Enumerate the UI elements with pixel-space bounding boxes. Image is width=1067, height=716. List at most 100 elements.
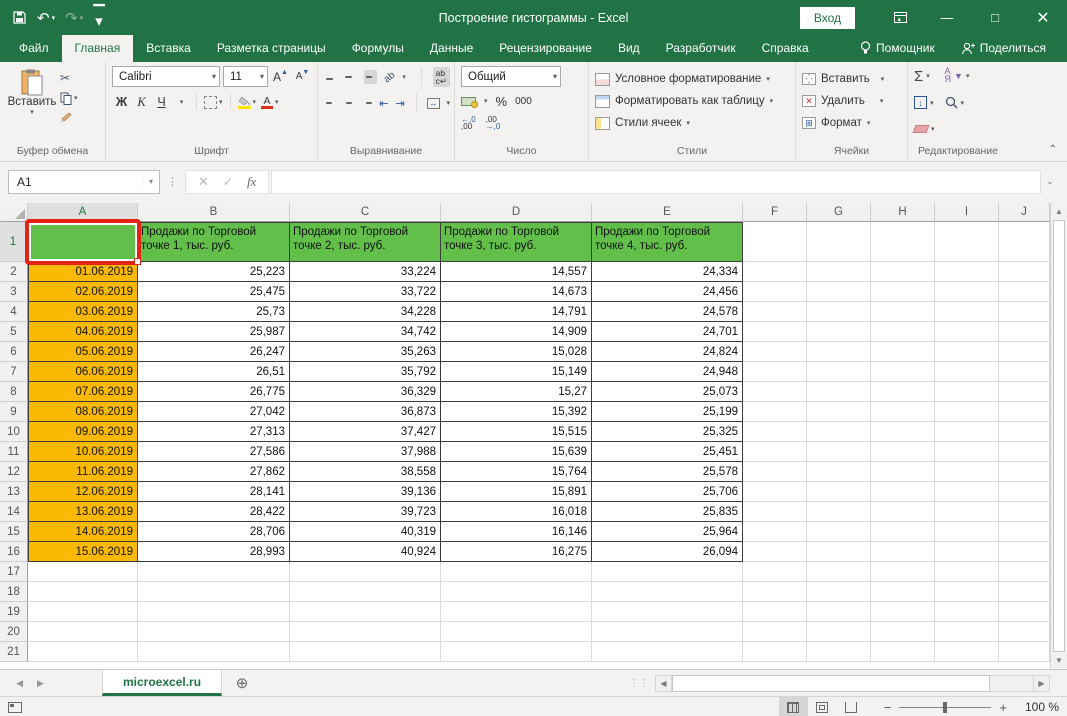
cell-G12[interactable] [807,462,871,482]
customize-qat-icon[interactable]: ▔▾ [93,10,105,26]
cell-I5[interactable] [935,322,999,342]
cell-J16[interactable] [999,542,1050,562]
cell-C8[interactable]: 36,329 [290,382,441,402]
cell-J12[interactable] [999,462,1050,482]
cell-B20[interactable] [138,622,290,642]
cell-C20[interactable] [290,622,441,642]
cell-C15[interactable]: 40,319 [290,522,441,542]
vertical-scrollbar[interactable]: ▲ ▼ [1050,203,1067,669]
cell-B13[interactable]: 28,141 [138,482,290,502]
name-box-dropdown[interactable]: ▾ [142,177,159,186]
vertical-scroll-thumb[interactable] [1053,220,1065,652]
column-header-G[interactable]: G [807,203,871,222]
cell-H11[interactable] [871,442,935,462]
cell-F16[interactable] [743,542,807,562]
clear-button[interactable]: ▾ [914,120,935,138]
cell-A7[interactable]: 06.06.2019 [28,362,138,382]
cell-E20[interactable] [592,622,743,642]
cell-H19[interactable] [871,602,935,622]
row-header-2[interactable]: 2 [0,262,28,282]
align-right-button[interactable] [362,99,373,108]
borders-button[interactable]: ▾ [202,93,225,112]
sort-filter-button[interactable]: АЯ▼▾ [945,67,970,85]
increase-indent-button[interactable]: ⇥ [396,97,405,110]
cell-D18[interactable] [441,582,592,602]
fill-button[interactable]: ↓▾ [914,94,935,112]
cell-D19[interactable] [441,602,592,622]
merge-dropdown[interactable]: ▾ [447,99,451,107]
cell-J13[interactable] [999,482,1050,502]
cell-H15[interactable] [871,522,935,542]
cell-F8[interactable] [743,382,807,402]
cell-B1[interactable]: Продажи по Торговой точке 1, тыс. руб. [138,222,290,262]
column-header-C[interactable]: C [290,203,441,222]
cell-D21[interactable] [441,642,592,662]
redo-button[interactable]: ↷▾ [65,9,83,27]
cell-A17[interactable] [28,562,138,582]
horizontal-scroll-thumb[interactable] [672,675,990,692]
cell-H2[interactable] [871,262,935,282]
cell-I1[interactable] [935,222,999,262]
cell-E10[interactable]: 25,325 [592,422,743,442]
tab-assistant[interactable]: Помощник [847,35,948,62]
cell-D4[interactable]: 14,791 [441,302,592,322]
cell-I18[interactable] [935,582,999,602]
cell-E17[interactable] [592,562,743,582]
row-header-21[interactable]: 21 [0,642,28,662]
cell-A2[interactable]: 01.06.2019 [28,262,138,282]
cell-A14[interactable]: 13.06.2019 [28,502,138,522]
cell-C17[interactable] [290,562,441,582]
cell-A12[interactable]: 11.06.2019 [28,462,138,482]
cell-C21[interactable] [290,642,441,662]
cell-H12[interactable] [871,462,935,482]
column-header-H[interactable]: H [871,203,935,222]
cell-C18[interactable] [290,582,441,602]
sheet-tab-active[interactable]: microexcel.ru [102,670,222,696]
cell-G4[interactable] [807,302,871,322]
tab-splitter-grip[interactable]: ⋮⋮ [629,670,655,696]
ribbon-display-options-icon[interactable] [877,0,923,35]
macro-record-icon[interactable] [8,702,22,713]
cell-H16[interactable] [871,542,935,562]
cell-J20[interactable] [999,622,1050,642]
cell-J1[interactable] [999,222,1050,262]
cell-D3[interactable]: 14,673 [441,282,592,302]
cell-D8[interactable]: 15,27 [441,382,592,402]
wrap-text-button[interactable]: abc↵ [433,67,450,87]
cell-C4[interactable]: 34,228 [290,302,441,322]
collapse-ribbon-button[interactable]: ⌃ [1049,144,1057,155]
cell-E3[interactable]: 24,456 [592,282,743,302]
cell-E14[interactable]: 25,835 [592,502,743,522]
row-header-9[interactable]: 9 [0,402,28,422]
cell-E21[interactable] [592,642,743,662]
ribbon-tab-6[interactable]: Рецензирование [486,35,605,62]
cell-D1[interactable]: Продажи по Торговой точке 3, тыс. руб. [441,222,592,262]
fill-handle[interactable] [134,258,141,265]
paste-button[interactable]: Вставить ▾ [6,66,58,143]
insert-function-button[interactable]: fx [247,174,256,190]
cell-J15[interactable] [999,522,1050,542]
cell-D20[interactable] [441,622,592,642]
font-family-select[interactable]: Calibri▾ [112,66,220,87]
cell-A10[interactable]: 09.06.2019 [28,422,138,442]
cell-J5[interactable] [999,322,1050,342]
cell-E8[interactable]: 25,073 [592,382,743,402]
scroll-up-icon[interactable]: ▲ [1051,203,1067,220]
cell-B18[interactable] [138,582,290,602]
cell-F12[interactable] [743,462,807,482]
row-header-6[interactable]: 6 [0,342,28,362]
percent-style-button[interactable]: % [496,94,508,109]
orientation-dropdown[interactable]: ▾ [402,73,406,81]
cell-I20[interactable] [935,622,999,642]
format-painter-button[interactable] [60,110,78,126]
cell-B4[interactable]: 25,73 [138,302,290,322]
cell-G18[interactable] [807,582,871,602]
cell-D16[interactable]: 16,275 [441,542,592,562]
cell-G6[interactable] [807,342,871,362]
ribbon-tab-7[interactable]: Вид [605,35,653,62]
tab-share[interactable]: Поделиться [948,35,1059,62]
row-header-13[interactable]: 13 [0,482,28,502]
cell-D13[interactable]: 15,891 [441,482,592,502]
cell-I8[interactable] [935,382,999,402]
shrink-font-button[interactable]: А▼ [293,67,312,86]
